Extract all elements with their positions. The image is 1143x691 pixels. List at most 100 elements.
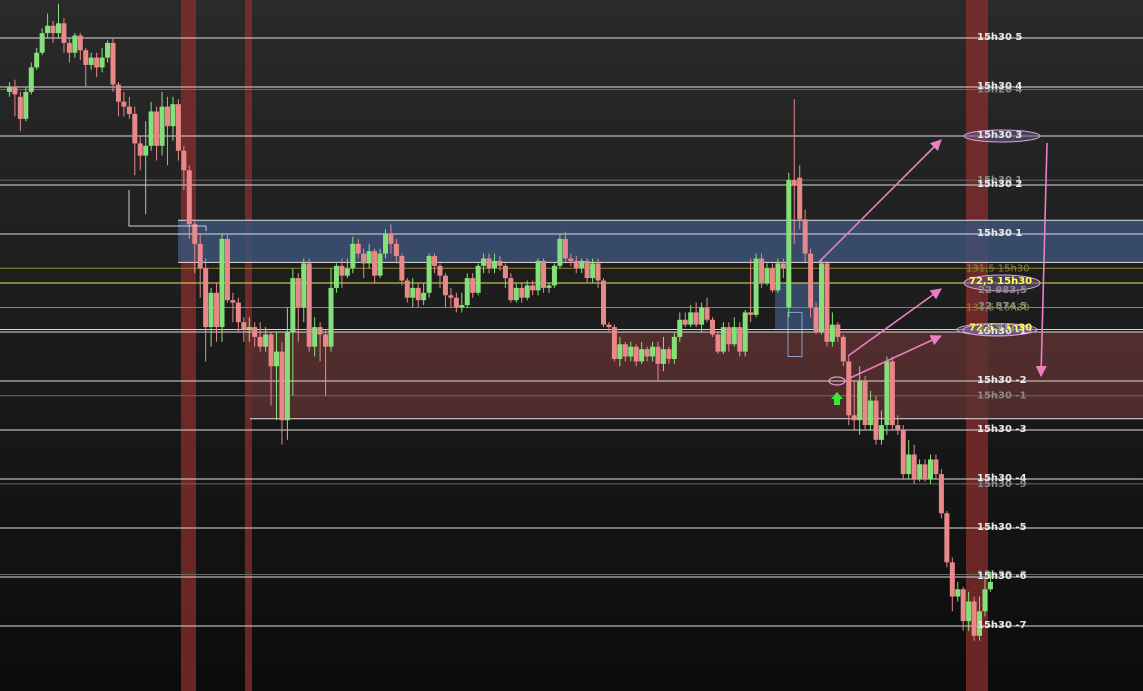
- level-label: 15h30 4: [977, 81, 1022, 92]
- candle-down: [415, 287, 421, 301]
- candle-down: [949, 562, 955, 597]
- candle-down: [203, 268, 209, 328]
- candle-up: [966, 601, 972, 622]
- candle-down: [568, 258, 574, 261]
- candle-down: [497, 260, 503, 266]
- candle-down: [66, 42, 72, 53]
- candle-down: [541, 260, 547, 288]
- candle-down: [214, 292, 220, 328]
- candle-down: [252, 327, 258, 337]
- candle-up: [475, 265, 481, 293]
- candle-down: [306, 263, 312, 347]
- candle-down: [759, 258, 765, 283]
- candle-up: [72, 35, 78, 53]
- candle-up: [671, 336, 677, 359]
- candle-down: [432, 256, 438, 266]
- candle-up: [551, 265, 557, 286]
- candle-down: [235, 302, 241, 323]
- candle-down: [181, 150, 187, 171]
- candle-up: [459, 305, 465, 308]
- candle-down: [693, 312, 699, 325]
- candle-down: [666, 349, 672, 359]
- candle-down: [224, 238, 230, 301]
- candle-down: [611, 327, 617, 359]
- candle-up: [312, 327, 318, 347]
- candle-down: [83, 50, 89, 65]
- candle-up: [366, 251, 372, 264]
- candle-up: [208, 292, 214, 328]
- candle-up: [764, 268, 770, 283]
- candle-down: [132, 113, 138, 144]
- candle-down: [780, 263, 786, 269]
- candle-down: [873, 400, 879, 440]
- candle-down: [126, 106, 132, 114]
- level-label: 15h30 -2: [977, 375, 1027, 386]
- candle-up: [688, 312, 694, 325]
- level-label: 15h30 1: [977, 228, 1022, 239]
- candle-down: [339, 265, 345, 276]
- candle-up: [557, 238, 563, 266]
- candle-down: [388, 234, 394, 244]
- candle-down: [704, 307, 710, 320]
- candle-up: [917, 464, 923, 479]
- level-label: 15h30 5: [977, 32, 1022, 43]
- candle-down: [486, 258, 492, 269]
- candle-up: [263, 334, 269, 347]
- candle-up: [284, 332, 290, 421]
- candle-down: [94, 57, 100, 68]
- price-tag-label: 22 983,5: [978, 285, 1027, 296]
- candle-up: [987, 581, 993, 590]
- candle-down: [813, 307, 819, 332]
- candle-down: [960, 589, 966, 622]
- candle-up: [742, 312, 748, 352]
- candle-down: [399, 256, 405, 281]
- candle-up: [56, 23, 61, 34]
- candle-down: [710, 319, 715, 335]
- candle-up: [928, 459, 933, 479]
- candle-up: [650, 346, 656, 357]
- candle-down: [165, 106, 170, 127]
- candle-down: [137, 143, 143, 156]
- candle-up: [421, 292, 427, 301]
- candle-down: [61, 23, 67, 43]
- candle-down: [121, 101, 127, 107]
- candle-down: [470, 278, 476, 293]
- candle-down: [606, 324, 612, 328]
- candle-down: [562, 238, 568, 259]
- candle-down: [601, 280, 606, 325]
- level-label: 15h30 -6: [977, 571, 1027, 582]
- candle-up: [6, 87, 12, 92]
- candle-up: [878, 425, 884, 440]
- candle-down: [791, 180, 797, 185]
- candle-up: [868, 400, 874, 426]
- candle-up: [492, 260, 497, 269]
- candle-down: [77, 35, 83, 51]
- candle-down: [644, 349, 650, 357]
- candle-up: [546, 285, 552, 288]
- candle-up: [377, 253, 383, 276]
- candle-down: [862, 381, 868, 426]
- candle-down: [846, 361, 852, 416]
- price-tag-label: 22 874,5: [978, 301, 1027, 312]
- candle-up: [105, 42, 111, 58]
- candle-up: [829, 324, 835, 342]
- candle-up: [481, 258, 487, 266]
- candle-up: [753, 258, 759, 315]
- candle-up: [535, 260, 541, 291]
- candle-up: [513, 287, 519, 301]
- candle-up: [99, 57, 105, 68]
- candle-down: [633, 346, 639, 362]
- candle-up: [34, 52, 40, 68]
- candle-up: [350, 243, 356, 269]
- candle-up: [731, 327, 737, 345]
- candle-down: [192, 224, 198, 244]
- candle-up: [301, 263, 307, 308]
- candle-up: [88, 57, 94, 65]
- candle-down: [361, 253, 367, 264]
- candle-up: [464, 278, 470, 306]
- price-chart: 15h30 315h20 415h30 115h30 -115h30 -915h…: [0, 0, 1143, 691]
- candle-up: [786, 180, 792, 308]
- candle-down: [442, 275, 448, 296]
- level-label: 15h30 3: [977, 130, 1022, 141]
- candle-down: [851, 415, 857, 421]
